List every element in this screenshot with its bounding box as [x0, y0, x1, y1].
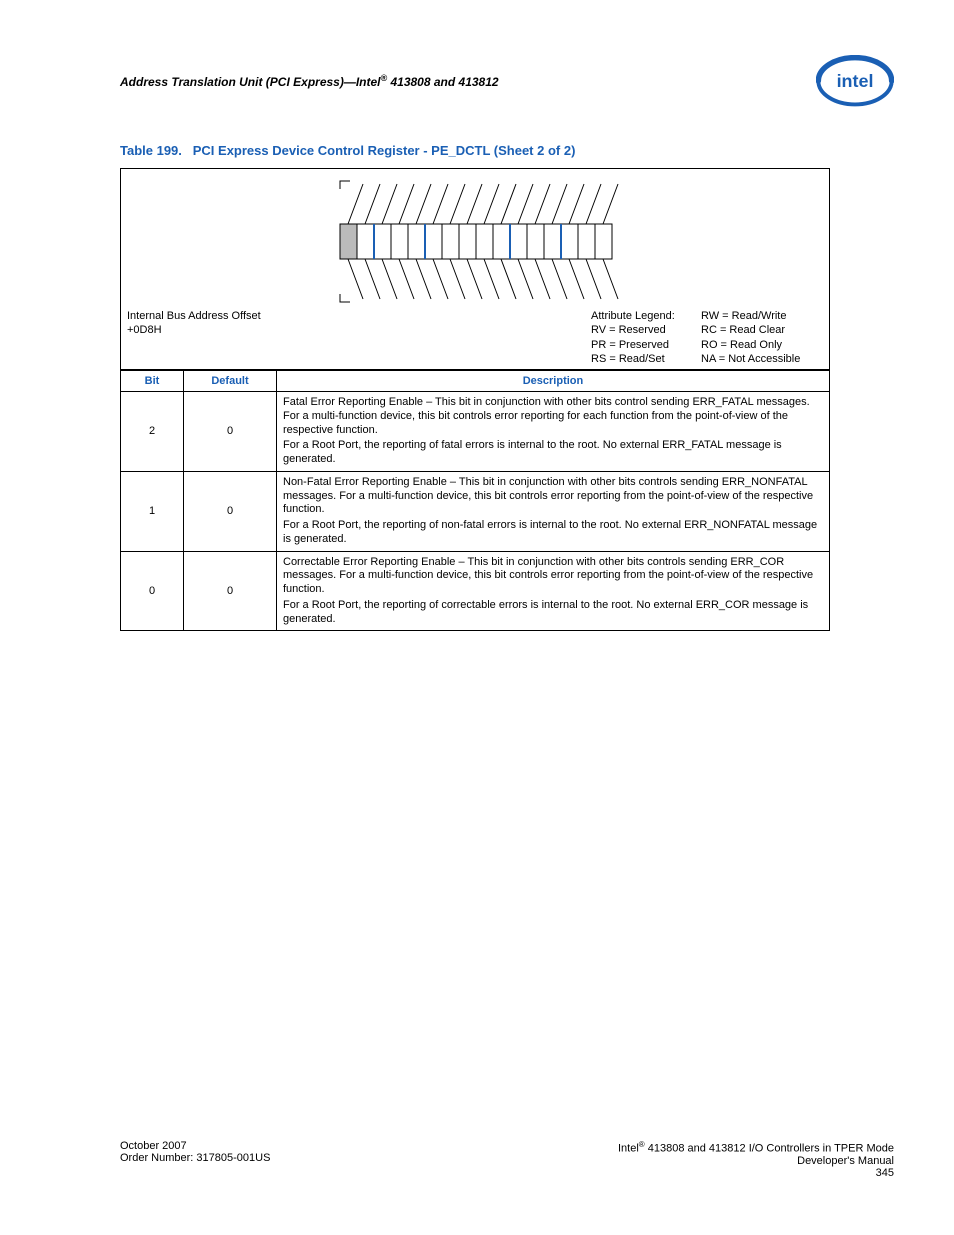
table-row: 0 0 Correctable Error Reporting Enable –… [121, 551, 829, 630]
desc-p1: Correctable Error Reporting Enable – Thi… [283, 556, 823, 597]
table-row: 1 0 Non-Fatal Error Reporting Enable – T… [121, 471, 829, 551]
footer-right: Intel® 413808 and 413812 I/O Controllers… [618, 1140, 894, 1179]
cell-description: Correctable Error Reporting Enable – Thi… [277, 551, 830, 630]
table-row: 2 0 Fatal Error Reporting Enable – This … [121, 392, 829, 472]
cell-bit: 1 [121, 471, 184, 551]
legend-left: Attribute Legend: RV = Reserved PR = Pre… [591, 309, 675, 366]
legend-rv: RV = Reserved [591, 323, 675, 337]
legend-pr: PR = Preserved [591, 338, 675, 352]
table-title: PCI Express Device Control Register - PE… [193, 143, 576, 158]
desc-p2: For a Root Port, the reporting of non-fa… [283, 519, 823, 547]
cell-description: Non-Fatal Error Reporting Enable – This … [277, 471, 830, 551]
footer-page: 345 [618, 1167, 894, 1179]
desc-p1: Fatal Error Reporting Enable – This bit … [283, 396, 823, 437]
desc-p2: For a Root Port, the reporting of fatal … [283, 439, 823, 467]
page-footer: October 2007 Order Number: 317805-001US … [120, 1140, 894, 1179]
offset-value: +0D8H [127, 323, 261, 337]
legend-title: Attribute Legend: [591, 309, 675, 323]
cell-default: 0 [184, 392, 277, 472]
cell-default: 0 [184, 551, 277, 630]
section-title-post: 413808 and 413812 [387, 75, 498, 89]
legend-right: RW = Read/Write RC = Read Clear RO = Rea… [701, 309, 800, 366]
footer-order: Order Number: 317805-001US [120, 1152, 270, 1164]
legend-ro: RO = Read Only [701, 338, 800, 352]
footer-product: Intel® 413808 and 413812 I/O Controllers… [618, 1140, 894, 1155]
register-table: Bit Default Description 2 0 Fatal Error … [121, 370, 829, 630]
table-header-row: Bit Default Description [121, 371, 829, 392]
svg-text:intel: intel [837, 71, 874, 91]
footer-date: October 2007 [120, 1140, 270, 1152]
cell-default: 0 [184, 471, 277, 551]
register-diagram-area: Internal Bus Address Offset +0D8H Attrib… [121, 169, 829, 370]
section-title-pre: Address Translation Unit (PCI Express)—I… [120, 75, 381, 89]
footer-manual: Developer's Manual [618, 1155, 894, 1167]
section-title: Address Translation Unit (PCI Express)—I… [120, 73, 499, 89]
header-description: Description [277, 371, 830, 392]
table-caption: Table 199. PCI Express Device Control Re… [120, 143, 894, 158]
register-bitfield-diagram-icon [320, 179, 630, 304]
cell-bit: 0 [121, 551, 184, 630]
header-default: Default [184, 371, 277, 392]
legend-na: NA = Not Accessible [701, 352, 800, 366]
header-bit: Bit [121, 371, 184, 392]
cell-description: Fatal Error Reporting Enable – This bit … [277, 392, 830, 472]
desc-p2: For a Root Port, the reporting of correc… [283, 599, 823, 627]
register-box: Internal Bus Address Offset +0D8H Attrib… [120, 168, 830, 631]
intel-logo-icon: intel [816, 55, 894, 107]
offset-label-block: Internal Bus Address Offset +0D8H [127, 309, 261, 338]
desc-p1: Non-Fatal Error Reporting Enable – This … [283, 476, 823, 517]
page-header: Address Translation Unit (PCI Express)—I… [120, 55, 894, 107]
table-number: Table 199. [120, 143, 182, 158]
offset-label: Internal Bus Address Offset [127, 309, 261, 323]
footer-left: October 2007 Order Number: 317805-001US [120, 1140, 270, 1179]
cell-bit: 2 [121, 392, 184, 472]
legend-rw: RW = Read/Write [701, 309, 800, 323]
legend-rs: RS = Read/Set [591, 352, 675, 366]
legend-rc: RC = Read Clear [701, 323, 800, 337]
